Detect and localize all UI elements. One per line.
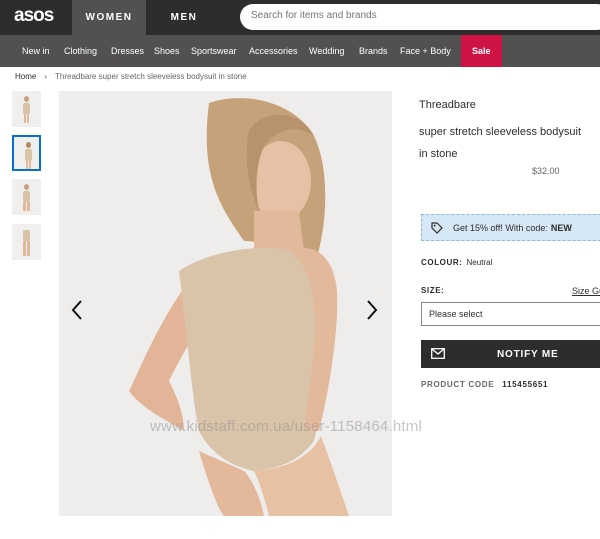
thumbnail[interactable]	[12, 179, 41, 215]
tab-women[interactable]: WOMEN	[72, 0, 146, 35]
model-thumbnail-icon	[23, 96, 30, 123]
promo-banner: Get 15% off! With code: NEW	[421, 214, 600, 241]
nav-item-face-body[interactable]: Face + Body	[400, 35, 451, 67]
product-title-line-2: super stretch sleeveless bodysuit	[419, 126, 582, 138]
model-thumbnail-icon	[25, 142, 32, 169]
breadcrumb-separator: ›	[44, 72, 48, 81]
product-code-value: 115455651	[502, 380, 549, 389]
nav-item-shoes[interactable]: Shoes	[154, 35, 180, 67]
nav-item-dresses[interactable]: Dresses	[111, 35, 144, 67]
notify-me-button[interactable]: NOTIFY ME	[421, 340, 600, 368]
mail-icon	[431, 348, 445, 359]
promo-code: NEW	[550, 222, 572, 233]
thumbnail[interactable]	[12, 91, 41, 127]
size-label: SIZE:	[421, 286, 445, 295]
asos-logo[interactable]: asos	[14, 5, 54, 27]
model-thumbnail-icon	[23, 184, 30, 211]
colour-label: COLOUR:	[421, 258, 463, 267]
breadcrumb-current: Threadbare super stretch sleeveless body…	[55, 72, 247, 81]
nav-item-brands[interactable]: Brands	[359, 35, 388, 67]
product-price: $32.00	[532, 166, 560, 176]
watermark: www.kidstaff.com.ua/user-1158464.html	[150, 418, 422, 435]
promo-text: Get 15% off! With code:	[453, 222, 548, 233]
size-guide-link[interactable]: Size Guide	[572, 286, 600, 296]
chevron-right-icon[interactable]	[364, 299, 380, 321]
product-main-image[interactable]	[59, 91, 392, 516]
size-select[interactable]: Please select	[421, 302, 600, 326]
colour-value: Neutral	[466, 258, 493, 267]
product-code-row: PRODUCT CODE 115455651	[421, 380, 548, 389]
model-thumbnail-icon	[23, 230, 30, 256]
size-select-value: Please select	[429, 309, 483, 319]
product-code-label: PRODUCT CODE	[421, 380, 495, 389]
nav-item-accessories[interactable]: Accessories	[249, 35, 298, 67]
search-box[interactable]	[240, 4, 600, 30]
thumbnail[interactable]	[12, 224, 41, 260]
top-bar: asos WOMEN MEN	[0, 0, 600, 35]
nav-item-sportswear[interactable]: Sportswear	[191, 35, 237, 67]
thumbnail-active[interactable]	[12, 135, 41, 171]
nav-item-sale[interactable]: Sale	[461, 35, 502, 67]
breadcrumb-home[interactable]: Home	[15, 72, 36, 81]
tag-icon	[431, 221, 443, 234]
notify-me-label: NOTIFY ME	[497, 349, 559, 360]
category-nav: New in Clothing Dresses Shoes Sportswear…	[0, 35, 600, 67]
nav-item-wedding[interactable]: Wedding	[309, 35, 344, 67]
model-photo-icon	[59, 91, 392, 516]
colour-row: COLOUR: Neutral	[421, 258, 492, 267]
product-title-line-3: in stone	[419, 148, 458, 160]
product-title-line-1: Threadbare	[419, 99, 476, 111]
breadcrumb: Home › Threadbare super stretch sleeveless…	[15, 72, 247, 81]
search-input[interactable]	[251, 10, 551, 21]
tab-men[interactable]: MEN	[146, 0, 222, 35]
nav-item-clothing[interactable]: Clothing	[64, 35, 97, 67]
chevron-left-icon[interactable]	[69, 299, 85, 321]
nav-item-new-in[interactable]: New in	[22, 35, 50, 67]
